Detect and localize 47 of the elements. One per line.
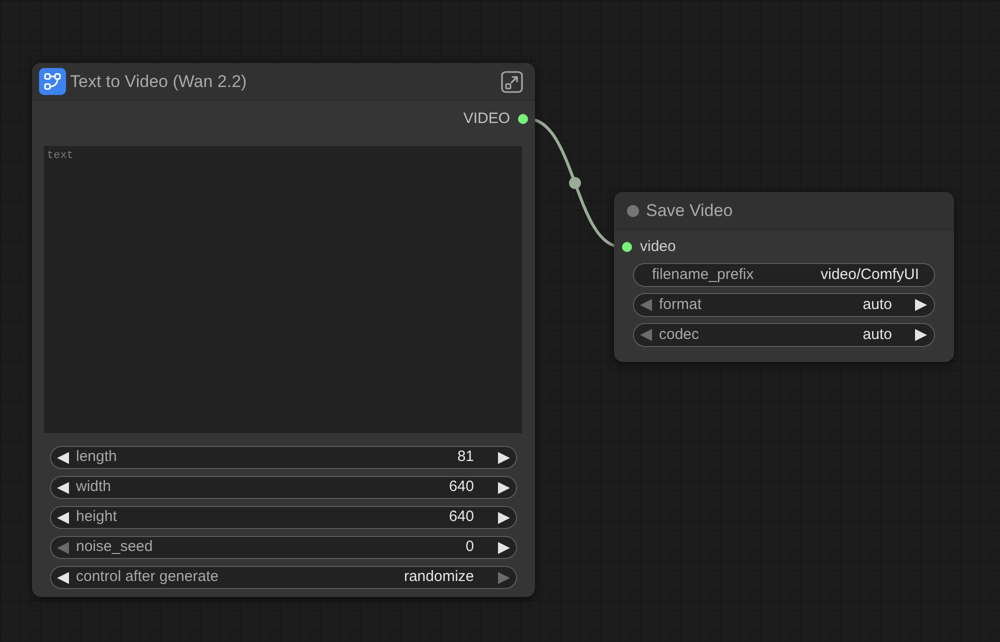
widget-value: auto xyxy=(862,294,892,315)
text-input-field[interactable]: filename_prefix video/ComfyUI xyxy=(633,263,935,287)
node-title-bar[interactable]: Text to Video (Wan 2.2) xyxy=(32,63,535,101)
widget-label: format xyxy=(659,294,702,315)
right-triangle-icon[interactable] xyxy=(498,452,510,464)
right-triangle-icon[interactable] xyxy=(498,512,510,524)
left-triangle-icon[interactable] xyxy=(57,512,69,524)
input-label: video xyxy=(640,236,676,257)
socket-dot-icon[interactable] xyxy=(518,114,528,124)
stepper-widget[interactable]: height 640 xyxy=(50,506,517,529)
stepper-widget[interactable]: format auto xyxy=(633,293,935,317)
widget-value: video/ComfyUI xyxy=(820,264,919,285)
widget-value: 81 xyxy=(457,447,474,468)
node-title: Text to Video (Wan 2.2) xyxy=(70,70,247,93)
stepper-widget[interactable]: noise_seed 0 xyxy=(50,536,517,559)
left-triangle-icon[interactable] xyxy=(57,452,69,464)
output-label: VIDEO xyxy=(463,108,510,129)
node-panel[interactable]: Save Video video filename_prefix video/ComfyUI format auto codec auto xyxy=(614,192,954,362)
widget-label: width xyxy=(76,477,112,498)
widget-value: 640 xyxy=(448,477,474,498)
node-title: Save Video xyxy=(646,200,733,222)
node-panel[interactable]: Text to Video (Wan 2.2) VIDEO text length 81 width 640 height 640 noise_seed 0 control after generate randomize xyxy=(32,63,535,597)
socket-dot-icon[interactable] xyxy=(622,242,632,252)
left-triangle-icon[interactable] xyxy=(57,572,69,584)
widget-value: 0 xyxy=(466,537,474,558)
widget-label: height xyxy=(76,507,117,528)
widget-label: codec xyxy=(659,324,700,345)
stepper-widget[interactable]: codec auto xyxy=(633,323,935,347)
widget-label: filename_prefix xyxy=(652,264,754,285)
widget-value: randomize xyxy=(404,567,474,588)
stepper-widget[interactable]: width 640 xyxy=(50,476,517,499)
widget-label: control after generate xyxy=(76,567,219,588)
dot-icon[interactable] xyxy=(627,204,639,216)
stepper-widget[interactable]: length 81 xyxy=(50,446,517,469)
node-title-bar[interactable]: Save Video xyxy=(614,192,954,230)
right-triangle-icon[interactable] xyxy=(498,482,510,494)
right-triangle-icon[interactable] xyxy=(915,299,927,311)
widget-label: noise_seed xyxy=(76,537,153,558)
left-triangle-icon[interactable] xyxy=(57,482,69,494)
widget-value: auto xyxy=(862,324,892,345)
subgraph-icon[interactable] xyxy=(39,68,66,95)
stepper-widget[interactable]: control after generate randomize xyxy=(50,566,517,589)
widget-label: length xyxy=(76,447,117,468)
prompt-text-field[interactable]: text xyxy=(44,146,522,433)
right-triangle-icon[interactable] xyxy=(498,542,510,554)
widget-value: 640 xyxy=(448,507,474,528)
right-triangle-icon[interactable] xyxy=(915,329,927,341)
